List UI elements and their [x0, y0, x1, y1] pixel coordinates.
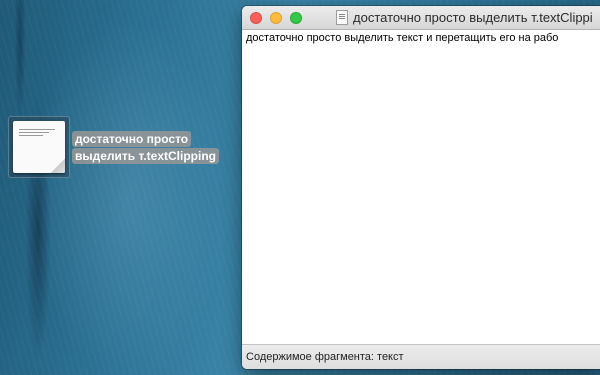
clipping-window: достаточно просто выделить т.textClippi …: [242, 6, 600, 369]
clipping-content[interactable]: достаточно просто выделить текст и перет…: [242, 30, 600, 344]
status-bar: Содержимое фрагмента: текст: [242, 344, 600, 369]
clipping-file-label[interactable]: достаточно просто выделить т.textClippin…: [72, 131, 219, 165]
close-button[interactable]: [250, 12, 262, 24]
document-icon[interactable]: [336, 10, 348, 25]
window-title-area: достаточно просто выделить т.textClippi: [336, 9, 593, 26]
window-titlebar[interactable]: достаточно просто выделить т.textClippi: [242, 6, 600, 30]
page-curl: [51, 159, 65, 173]
clipping-page-preview: [13, 121, 65, 173]
minimize-button[interactable]: [270, 12, 282, 24]
status-text: Содержимое фрагмента: текст: [246, 351, 404, 363]
clipping-content-text: достаточно просто выделить текст и перет…: [246, 32, 559, 44]
clipping-label-line1: достаточно просто: [72, 131, 192, 147]
clipping-label-line2: выделить т.textClipping: [72, 148, 219, 164]
window-title: достаточно просто выделить т.textClippi: [353, 10, 593, 25]
text-clipping-icon[interactable]: [8, 116, 70, 178]
zoom-button[interactable]: [290, 12, 302, 24]
